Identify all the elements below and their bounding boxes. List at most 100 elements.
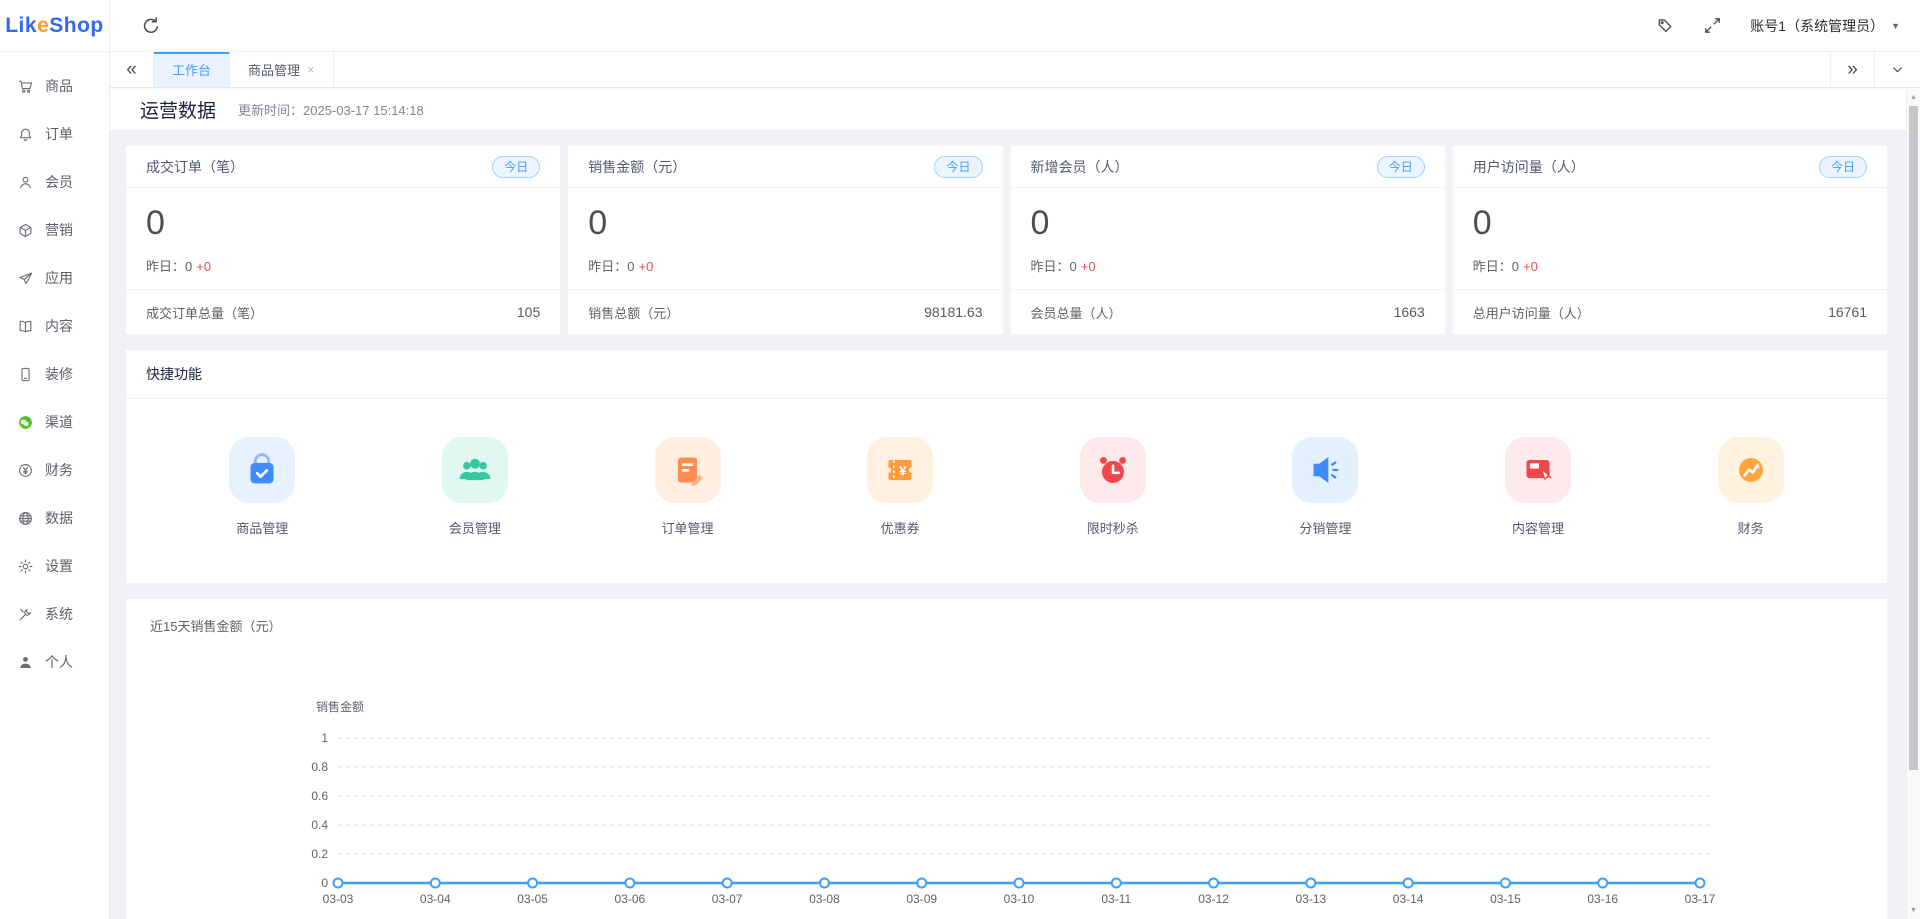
svg-text:03-17: 03-17	[1685, 892, 1716, 906]
svg-text:03-07: 03-07	[712, 892, 743, 906]
today-badge: 今日	[1819, 156, 1867, 178]
quick-function-label: 会员管理	[449, 518, 501, 537]
svg-text:¥: ¥	[899, 463, 907, 478]
tab-商品管理[interactable]: 商品管理 ×	[230, 52, 334, 87]
paper-plane-icon	[17, 270, 34, 287]
sidebar-item-营销[interactable]: 营销	[0, 206, 109, 254]
tabs-collapse-button[interactable]: «	[110, 52, 154, 87]
cart-icon	[17, 78, 34, 95]
sidebar-item-label: 营销	[45, 220, 73, 240]
card-value: 0	[1031, 204, 1425, 243]
yesterday-label: 昨日：	[1031, 259, 1070, 274]
yesterday-label: 昨日：	[146, 259, 185, 274]
sidebar-menu: 商品订单会员营销应用内容装修渠道财务数据设置系统个人	[0, 52, 109, 686]
tab-bar: « 工作台商品管理 × »	[110, 52, 1920, 88]
sidebar-item-label: 会员	[45, 172, 73, 192]
sidebar-item-渠道[interactable]: 渠道	[0, 398, 109, 446]
close-icon[interactable]: ×	[307, 62, 315, 77]
tabs: 工作台商品管理 ×	[154, 52, 334, 87]
chevron-down-icon	[1890, 62, 1905, 77]
svg-text:1: 1	[321, 731, 328, 745]
svg-text:03-10: 03-10	[1004, 892, 1035, 906]
user-icon	[17, 174, 34, 191]
tabs-expand-button[interactable]: »	[1830, 52, 1874, 87]
quick-function-内容管理[interactable]: 内容管理	[1432, 437, 1645, 537]
sidebar-item-label: 渠道	[45, 412, 73, 432]
yesterday-row: 昨日：0+0	[1473, 256, 1867, 275]
tab-工作台[interactable]: 工作台	[154, 52, 230, 87]
stat-cards-row: 成交订单（笔）今日0昨日：0+0成交订单总量（笔）105销售金额（元）今日0昨日…	[126, 146, 1887, 334]
wechat-icon	[17, 414, 34, 431]
tabbar-spacer	[334, 52, 1830, 87]
total-value: 105	[517, 304, 540, 320]
yesterday-value: 0	[185, 259, 192, 274]
total-value: 1663	[1394, 304, 1425, 320]
card-value: 0	[1473, 204, 1867, 243]
sidebar-item-系统[interactable]: 系统	[0, 590, 109, 638]
fullscreen-icon[interactable]	[1703, 16, 1722, 35]
svg-text:03-06: 03-06	[615, 892, 646, 906]
svg-text:03-13: 03-13	[1296, 892, 1327, 906]
goods-bag-icon	[229, 437, 295, 503]
quick-function-label: 内容管理	[1512, 518, 1564, 537]
total-value: 16761	[1828, 304, 1867, 320]
scroll-up-arrow[interactable]: ▲	[1907, 90, 1920, 104]
tools-icon	[17, 606, 34, 623]
sidebar-item-内容[interactable]: 内容	[0, 302, 109, 350]
sidebar-item-装修[interactable]: 装修	[0, 350, 109, 398]
sidebar-item-label: 内容	[45, 316, 73, 336]
sidebar-item-label: 应用	[45, 268, 73, 288]
megaphone-icon	[1292, 437, 1358, 503]
sidebar-item-应用[interactable]: 应用	[0, 254, 109, 302]
stat-card-销售金额（元）: 销售金额（元）今日0昨日：0+0销售总额（元）98181.63	[568, 146, 1002, 334]
top-header: 账号1（系统管理员） ▼	[110, 0, 1920, 52]
tab-label: 商品管理	[248, 60, 300, 79]
quick-function-财务[interactable]: 财务	[1644, 437, 1857, 537]
svg-text:03-09: 03-09	[906, 892, 937, 906]
quick-function-优惠券[interactable]: ¥ 优惠券	[794, 437, 1007, 537]
sidebar-item-数据[interactable]: 数据	[0, 494, 109, 542]
yesterday-label: 昨日：	[588, 259, 627, 274]
main-content: 运营数据 更新时间：2025-03-17 15:14:18 成交订单（笔）今日0…	[110, 88, 1920, 919]
sidebar-item-设置[interactable]: 设置	[0, 542, 109, 590]
quick-function-限时秒杀[interactable]: 限时秒杀	[1007, 437, 1220, 537]
yesterday-delta: +0	[1523, 259, 1538, 274]
svg-text:03-15: 03-15	[1490, 892, 1521, 906]
sidebar-item-会员[interactable]: 会员	[0, 158, 109, 206]
account-dropdown[interactable]: 账号1（系统管理员） ▼	[1750, 16, 1900, 36]
tag-icon[interactable]	[1656, 16, 1675, 35]
card-title: 销售金额（元）	[588, 157, 686, 177]
sidebar-item-订单[interactable]: 订单	[0, 110, 109, 158]
finance-icon	[1718, 437, 1784, 503]
stat-card-用户访问量（人）: 用户访问量（人）今日0昨日：0+0总用户访问量（人）16761	[1453, 146, 1887, 334]
sidebar-item-label: 商品	[45, 76, 73, 96]
scrollbar-thumb[interactable]	[1909, 106, 1918, 770]
update-time: 更新时间：2025-03-17 15:14:18	[238, 100, 424, 119]
svg-text:03-08: 03-08	[809, 892, 840, 906]
scroll-down-arrow[interactable]: ▼	[1907, 903, 1920, 917]
svg-text:03-05: 03-05	[517, 892, 548, 906]
sidebar-item-label: 订单	[45, 124, 73, 144]
quick-functions-title: 快捷功能	[126, 350, 1887, 399]
quick-function-分销管理[interactable]: 分销管理	[1219, 437, 1432, 537]
quick-function-商品管理[interactable]: 商品管理	[156, 437, 369, 537]
header-actions: 账号1（系统管理员） ▼	[1656, 16, 1920, 36]
overview-header: 运营数据 更新时间：2025-03-17 15:14:18	[110, 88, 1920, 130]
sidebar-item-商品[interactable]: 商品	[0, 62, 109, 110]
chart-title: 近15天销售金额（元）	[126, 599, 1887, 635]
refresh-icon[interactable]	[140, 15, 162, 37]
total-label: 会员总量（人）	[1031, 303, 1122, 322]
chart-legend: 销售金额	[316, 699, 364, 714]
quick-function-label: 优惠券	[881, 518, 920, 537]
sidebar: LikeShop 商品订单会员营销应用内容装修渠道财务数据设置系统个人	[0, 0, 110, 919]
quick-function-订单管理[interactable]: 订单管理	[581, 437, 794, 537]
alarm-icon	[1080, 437, 1146, 503]
quick-function-会员管理[interactable]: 会员管理	[369, 437, 582, 537]
sidebar-item-个人[interactable]: 个人	[0, 638, 109, 686]
sidebar-item-label: 系统	[45, 604, 73, 624]
yesterday-value: 0	[627, 259, 634, 274]
sidebar-item-财务[interactable]: 财务	[0, 446, 109, 494]
order-doc-icon	[655, 437, 721, 503]
quick-function-label: 财务	[1738, 518, 1764, 537]
tabs-menu-button[interactable]	[1874, 52, 1920, 87]
